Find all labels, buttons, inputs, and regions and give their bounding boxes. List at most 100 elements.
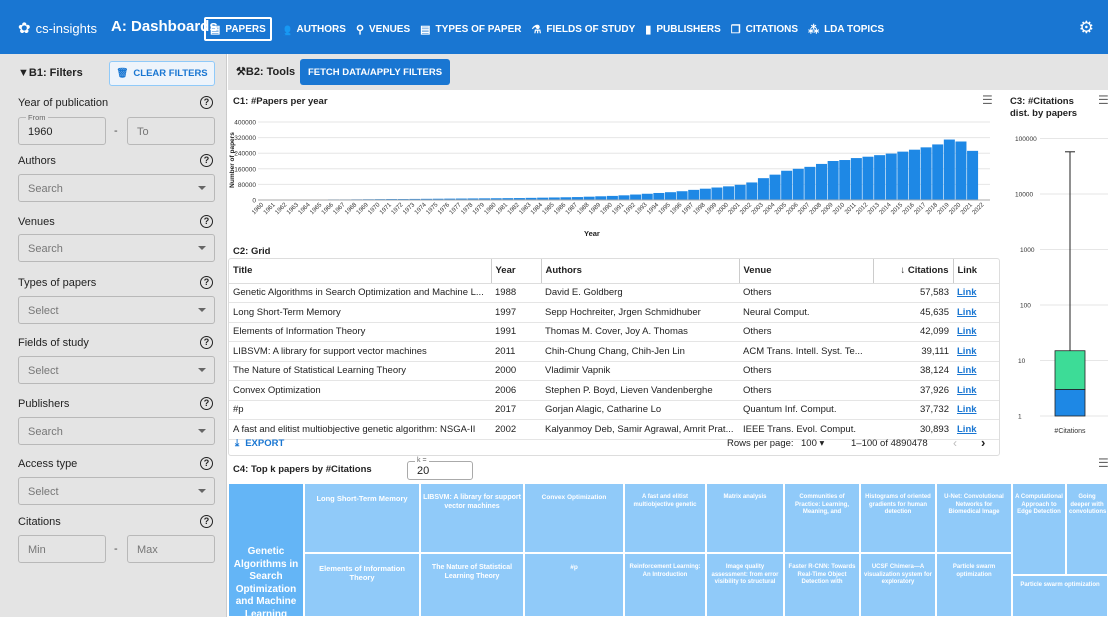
treemap-tile[interactable]: A fast and elitist multiobjective geneti… bbox=[624, 483, 706, 553]
bar[interactable] bbox=[967, 150, 979, 200]
bar[interactable] bbox=[723, 186, 735, 200]
year-to-input[interactable]: To bbox=[127, 117, 215, 145]
treemap-tile[interactable]: Long Short-Term Memory bbox=[304, 483, 420, 553]
treemap-tile[interactable]: Going deeper with convolutions bbox=[1066, 483, 1108, 575]
nav-tab-publishers[interactable]: ▮ PUBLISHERS bbox=[641, 17, 725, 41]
treemap-tile[interactable]: Reinforcement Learning: An Introduction bbox=[624, 553, 706, 617]
table-row[interactable]: Long Short-Term Memory 1997 Sepp Hochreite… bbox=[229, 302, 999, 323]
bar[interactable] bbox=[641, 193, 653, 200]
bar[interactable] bbox=[630, 194, 642, 200]
box-upper[interactable] bbox=[1054, 350, 1086, 390]
treemap-tile[interactable]: The Nature of Statistical Learning Theor… bbox=[420, 553, 524, 617]
help-icon[interactable]: ? bbox=[200, 96, 213, 109]
brand[interactable]: ✿ cs-insights bbox=[18, 19, 97, 37]
table-row[interactable]: The Nature of Statistical Learning Theor… bbox=[229, 361, 999, 381]
export-button[interactable]: ⤓ EXPORT bbox=[235, 438, 284, 449]
citations-min-input[interactable]: Min bbox=[18, 535, 106, 563]
settings-gear-icon[interactable]: ⚙ bbox=[1079, 18, 1094, 38]
bar[interactable] bbox=[781, 170, 793, 200]
bar[interactable] bbox=[653, 192, 665, 200]
table-row[interactable]: Convex Optimization 2006 Stephen P. Boyd, … bbox=[229, 380, 999, 401]
treemap-tile[interactable]: Image quality assessment: from error vis… bbox=[706, 553, 784, 617]
clear-filters-button[interactable]: 🗑 CLEAR FILTERS bbox=[109, 61, 215, 86]
col-authors[interactable]: Authors bbox=[540, 259, 739, 284]
chart-menu-icon[interactable]: ☰ bbox=[982, 93, 993, 107]
nav-tab-citations[interactable]: ❐ CITATIONS bbox=[727, 17, 802, 41]
treemap-tile[interactable]: LIBSVM: A library for support vector mac… bbox=[420, 483, 524, 553]
prev-page-icon[interactable]: ‹ bbox=[953, 436, 957, 450]
treemap-tile[interactable]: A Computational Approach to Edge Detecti… bbox=[1012, 483, 1066, 575]
table-row[interactable]: #p 2017 Gorjan Alagic, Catharine Lo Quantum… bbox=[229, 400, 999, 420]
bar[interactable] bbox=[711, 187, 723, 200]
bar[interactable] bbox=[943, 139, 955, 200]
col-citations[interactable]: ↓ Citations bbox=[872, 259, 953, 284]
table-row[interactable]: Elements of Information Theory 1991 Thomas… bbox=[229, 322, 999, 342]
bar[interactable] bbox=[862, 156, 874, 200]
help-icon[interactable]: ? bbox=[200, 336, 213, 349]
nav-tab-authors[interactable]: 👥 AUTHORS bbox=[274, 17, 350, 41]
cell-link[interactable]: Link bbox=[953, 400, 999, 420]
publishers-search[interactable]: Search bbox=[18, 417, 215, 445]
help-icon[interactable]: ? bbox=[200, 397, 213, 410]
venues-search[interactable]: Search bbox=[18, 234, 215, 262]
bar[interactable] bbox=[618, 195, 630, 200]
treemap-tile[interactable]: Genetic Algorithms in Search Optimizatio… bbox=[228, 483, 304, 617]
help-icon[interactable]: ? bbox=[200, 276, 213, 289]
treemap-tile[interactable]: Matrix analysis bbox=[706, 483, 784, 553]
bar[interactable] bbox=[897, 151, 909, 200]
box-lower[interactable] bbox=[1054, 389, 1086, 417]
chart-menu-icon[interactable]: ☰ bbox=[1098, 93, 1108, 107]
bar[interactable] bbox=[595, 196, 607, 200]
bar[interactable] bbox=[874, 155, 886, 200]
treemap-tile[interactable]: Communities of Practice: Learning, Meani… bbox=[784, 483, 860, 553]
nav-tab-types-of-paper[interactable]: ▤ TYPES OF PAPER bbox=[416, 17, 525, 41]
bar[interactable] bbox=[746, 182, 758, 200]
bar[interactable] bbox=[885, 153, 897, 200]
bar[interactable] bbox=[920, 147, 932, 200]
chart-menu-icon[interactable]: ☰ bbox=[1098, 456, 1108, 470]
bar[interactable] bbox=[699, 188, 711, 200]
treemap-tile[interactable]: Convex Optimization bbox=[524, 483, 624, 553]
bar[interactable] bbox=[839, 160, 851, 200]
help-icon[interactable]: ? bbox=[200, 457, 213, 470]
col-year[interactable]: Year bbox=[490, 259, 541, 284]
authors-search[interactable]: Search bbox=[18, 174, 215, 202]
nav-tab-papers[interactable]: ▤ PAPERS bbox=[204, 17, 272, 41]
bar[interactable] bbox=[664, 192, 676, 200]
cell-link[interactable]: Link bbox=[953, 302, 999, 323]
treemap-tile[interactable]: Faster R-CNN: Towards Real-Time Object D… bbox=[784, 553, 860, 617]
treemap-tile[interactable]: Particle swarm optimization bbox=[1012, 575, 1108, 617]
bar[interactable] bbox=[676, 191, 688, 200]
help-icon[interactable]: ? bbox=[200, 515, 213, 528]
cell-link[interactable]: Link bbox=[953, 283, 999, 303]
bar[interactable] bbox=[908, 149, 920, 200]
fields-select[interactable]: Select bbox=[18, 356, 215, 384]
nav-tab-fields-of-study[interactable]: ⚗ FIELDS OF STUDY bbox=[528, 17, 640, 41]
col-link[interactable]: Link bbox=[952, 259, 999, 284]
cell-link[interactable]: Link bbox=[953, 380, 999, 401]
next-page-icon[interactable]: › bbox=[981, 435, 985, 450]
bar[interactable] bbox=[792, 168, 804, 200]
bar[interactable] bbox=[804, 166, 816, 200]
cell-link[interactable]: Link bbox=[953, 322, 999, 342]
bar[interactable] bbox=[955, 141, 967, 201]
access-select[interactable]: Select bbox=[18, 477, 215, 505]
cell-link[interactable]: Link bbox=[953, 361, 999, 381]
table-row[interactable]: Genetic Algorithms in Search Optimizatio… bbox=[229, 283, 999, 303]
bar[interactable] bbox=[827, 161, 839, 200]
types-select[interactable]: Select bbox=[18, 296, 215, 324]
treemap-tile[interactable]: Histograms of oriented gradients for hum… bbox=[860, 483, 936, 553]
bar[interactable] bbox=[688, 189, 700, 200]
treemap-tile[interactable]: U-Net: Convolutional Networks for Biomed… bbox=[936, 483, 1012, 553]
year-from-input[interactable]: From 1960 bbox=[18, 113, 106, 145]
bar[interactable] bbox=[757, 178, 769, 200]
treemap-tile[interactable]: UCSF Chimera—A visualization system for … bbox=[860, 553, 936, 617]
k-input[interactable]: k = 20 bbox=[407, 457, 473, 480]
bar[interactable] bbox=[769, 174, 781, 200]
citations-max-input[interactable]: Max bbox=[127, 535, 215, 563]
rows-per-page-select[interactable]: 100 ▾ bbox=[801, 438, 824, 449]
table-row[interactable]: LIBSVM: A library for support vector mac… bbox=[229, 341, 999, 362]
col-venue[interactable]: Venue bbox=[738, 259, 873, 284]
bar[interactable] bbox=[850, 158, 862, 200]
cell-link[interactable]: Link bbox=[953, 341, 999, 362]
